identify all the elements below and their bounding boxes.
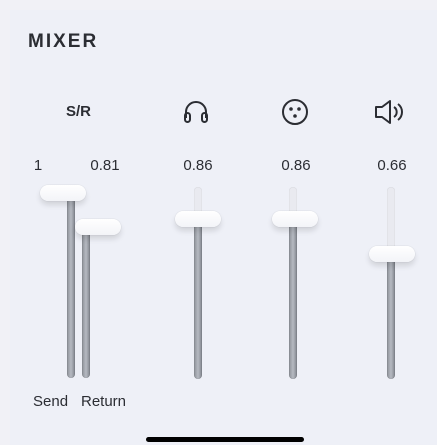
xlr-slider-thumb[interactable]	[272, 211, 318, 227]
speaker-value: 0.66	[377, 157, 407, 174]
home-indicator[interactable]	[146, 437, 304, 442]
send-label: Send	[33, 393, 69, 410]
return-slider-thumb[interactable]	[75, 219, 121, 235]
mixer-title: MIXER	[28, 31, 99, 52]
return-label: Return	[81, 393, 127, 410]
xlr-slider-track	[289, 215, 297, 379]
send-slider-thumb[interactable]	[40, 185, 86, 201]
headphones-value: 0.86	[183, 157, 213, 174]
speaker-slider-track-upper	[387, 187, 395, 249]
speaker-slider-track	[387, 249, 395, 379]
headphones-slider-thumb[interactable]	[175, 211, 221, 227]
return-value: 0.81	[90, 157, 120, 174]
speaker-icon	[373, 97, 407, 132]
headphones-icon	[181, 97, 211, 132]
send-value: 1	[33, 157, 43, 174]
speaker-slider-thumb[interactable]	[369, 246, 415, 262]
xlr-value: 0.86	[281, 157, 311, 174]
return-slider-track	[82, 228, 90, 378]
send-slider-track	[67, 198, 75, 378]
headphones-slider-track	[194, 215, 202, 379]
xlr-connector-icon	[280, 97, 310, 132]
sr-label: S/R	[66, 103, 92, 120]
